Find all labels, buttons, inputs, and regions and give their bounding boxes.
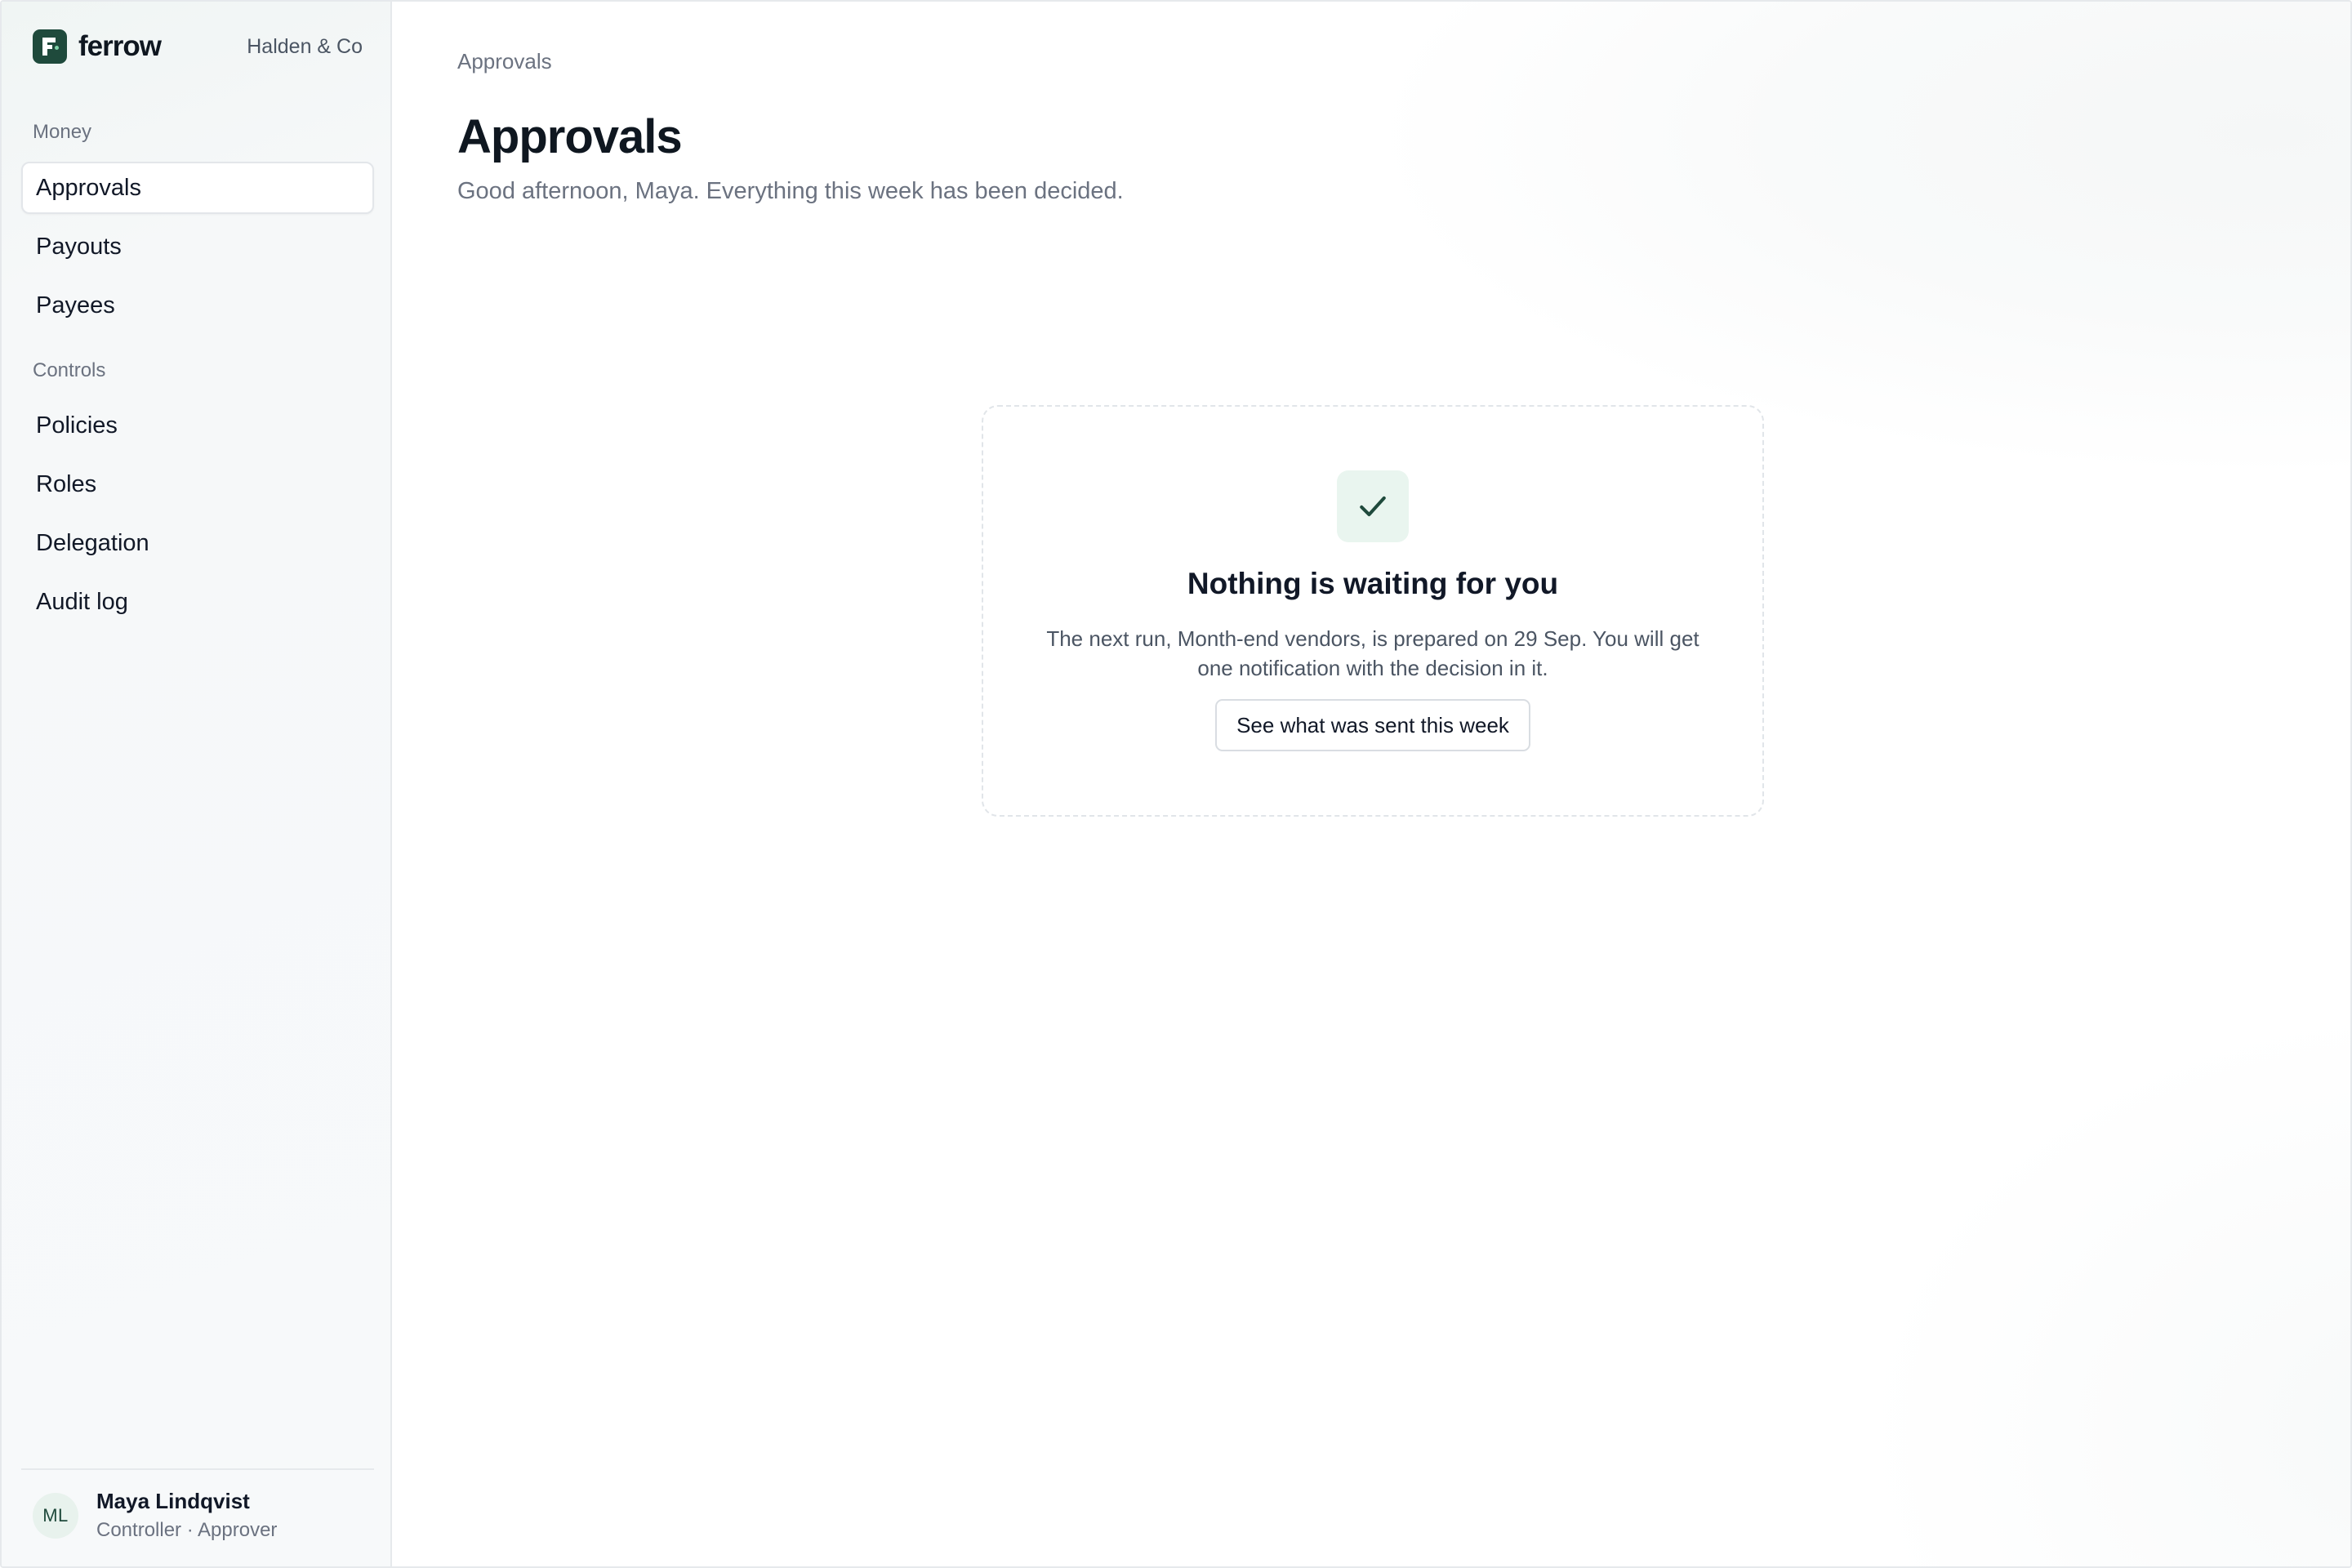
sidebar-item-label: Policies — [36, 412, 118, 439]
sidebar-item-label: Delegation — [36, 529, 149, 556]
user-menu[interactable]: ML Maya Lindqvist Controller · Approver — [33, 1489, 277, 1542]
app-window: ferrow Halden & Co Money Approvals Payou… — [0, 0, 2352, 1568]
sidebar-item-policies[interactable]: Policies — [21, 399, 374, 452]
empty-state-title: Nothing is waiting for you — [1187, 567, 1559, 600]
user-role: Controller · Approver — [96, 1519, 278, 1541]
sidebar-item-label: Roles — [36, 470, 97, 497]
breadcrumb[interactable]: Approvals — [457, 49, 552, 74]
page-subtitle: Good afternoon, Maya. Everything this we… — [457, 178, 1124, 204]
nav-section-controls: Controls — [33, 359, 106, 381]
sidebar-item-audit-log[interactable]: Audit log — [21, 576, 374, 628]
empty-state-card: Nothing is waiting for you The next run,… — [982, 405, 1764, 817]
org-switcher[interactable]: Halden & Co — [247, 35, 363, 59]
nav-section-money: Money — [33, 121, 92, 143]
main-content: Approvals Approvals Good afternoon, Maya… — [392, 2, 2350, 1566]
brand-row: ferrow Halden & Co — [33, 28, 363, 65]
user-name: Maya Lindqvist — [96, 1489, 250, 1513]
sidebar-item-label: Payees — [36, 292, 115, 318]
empty-state-description: The next run, Month-end vendors, is prep… — [1046, 626, 1699, 680]
avatar: ML — [33, 1492, 78, 1539]
sidebar-item-label: Approvals — [36, 174, 141, 201]
ferrow-logo-icon — [33, 29, 67, 64]
check-icon — [1337, 470, 1409, 542]
sidebar-item-label: Payouts — [36, 233, 122, 260]
sidebar: ferrow Halden & Co Money Approvals Payou… — [2, 2, 392, 1566]
sidebar-item-approvals[interactable]: Approvals — [21, 162, 374, 214]
brand[interactable]: ferrow — [33, 29, 162, 64]
see-sent-this-week-button[interactable]: See what was sent this week — [1215, 699, 1530, 751]
user-info: Maya Lindqvist Controller · Approver — [96, 1489, 277, 1542]
sidebar-item-payees[interactable]: Payees — [21, 279, 374, 332]
brand-name: ferrow — [78, 30, 162, 62]
sidebar-divider — [21, 1468, 374, 1470]
sidebar-item-payouts[interactable]: Payouts — [21, 220, 374, 273]
sidebar-item-delegation[interactable]: Delegation — [21, 517, 374, 569]
page-title: Approvals — [457, 110, 683, 163]
sidebar-item-label: Audit log — [36, 588, 128, 615]
sidebar-item-roles[interactable]: Roles — [21, 458, 374, 510]
